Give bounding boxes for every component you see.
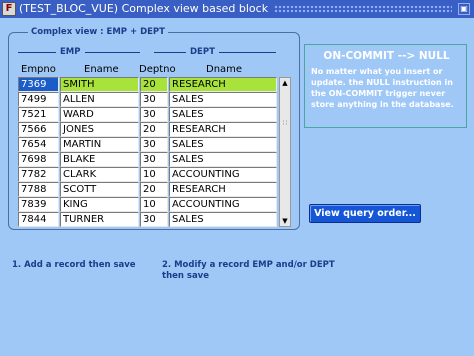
title-bar[interactable]: F (TEST_BLOC_VUE) Complex view based blo… bbox=[0, 0, 474, 18]
scroll-thumb[interactable]: ∷ bbox=[281, 118, 289, 148]
ename-field[interactable]: JONES bbox=[60, 122, 139, 137]
empno-field[interactable]: 7782 bbox=[18, 167, 59, 182]
group-emp-line-left bbox=[18, 51, 56, 53]
group-dept-line-right bbox=[218, 51, 276, 53]
empno-field[interactable]: 7839 bbox=[18, 197, 59, 212]
empno-field[interactable]: 7844 bbox=[18, 212, 59, 227]
empno-field[interactable]: 7566 bbox=[18, 122, 59, 137]
empno-field[interactable]: 7521 bbox=[18, 107, 59, 122]
group-emp-line-right bbox=[84, 51, 140, 53]
title-bar-grip bbox=[274, 5, 452, 13]
empno-field[interactable]: 7499 bbox=[18, 92, 59, 107]
empno-field[interactable]: 7698 bbox=[18, 152, 59, 167]
column-header-dname: Dname bbox=[206, 64, 243, 75]
info-body: No matter what you insert or update. the… bbox=[311, 67, 454, 109]
info-title: ON-COMMIT --> NULL bbox=[323, 50, 450, 62]
deptno-field[interactable]: 10 bbox=[140, 197, 168, 212]
deptno-field[interactable]: 10 bbox=[140, 167, 168, 182]
column-header-ename: Ename bbox=[84, 64, 119, 75]
group-emp-label: EMP bbox=[60, 47, 81, 57]
frame-title: Complex view : EMP + DEPT bbox=[28, 27, 168, 37]
ename-field[interactable]: SMITH bbox=[60, 77, 139, 92]
column-header-deptno: Deptno bbox=[139, 64, 176, 75]
empno-field[interactable]: 7654 bbox=[18, 137, 59, 152]
scroll-up-icon[interactable]: ▲ bbox=[280, 78, 290, 88]
ename-field[interactable]: KING bbox=[60, 197, 139, 212]
deptno-field[interactable]: 20 bbox=[140, 122, 168, 137]
dname-field[interactable]: SALES bbox=[169, 92, 277, 107]
empno-field[interactable]: 7369 bbox=[18, 77, 59, 92]
ename-field[interactable]: MARTIN bbox=[60, 137, 139, 152]
ename-field[interactable]: ALLEN bbox=[60, 92, 139, 107]
group-dept-label: DEPT bbox=[190, 47, 215, 57]
ename-field[interactable]: BLAKE bbox=[60, 152, 139, 167]
window-title: (TEST_BLOC_VUE) Complex view based block bbox=[19, 2, 269, 15]
maximize-button[interactable]: ▣ bbox=[458, 3, 470, 15]
group-dept: DEPT bbox=[154, 47, 276, 57]
column-header-empno: Empno bbox=[21, 64, 56, 75]
group-emp: EMP bbox=[18, 47, 140, 57]
empno-field[interactable]: 7788 bbox=[18, 182, 59, 197]
dname-field[interactable]: ACCOUNTING bbox=[169, 197, 277, 212]
info-box: ON-COMMIT --> NULL No matter what you in… bbox=[304, 44, 467, 128]
dname-field[interactable]: SALES bbox=[169, 212, 277, 227]
deptno-field[interactable]: 30 bbox=[140, 152, 168, 167]
dname-field[interactable]: RESEARCH bbox=[169, 77, 277, 92]
instruction-step-2-line-2: then save bbox=[162, 271, 209, 281]
dname-field[interactable]: ACCOUNTING bbox=[169, 167, 277, 182]
records-scrollbar[interactable]: ▲ ∷ ▼ bbox=[279, 77, 291, 227]
dname-field[interactable]: SALES bbox=[169, 107, 277, 122]
dname-field[interactable]: SALES bbox=[169, 137, 277, 152]
deptno-field[interactable]: 20 bbox=[140, 182, 168, 197]
view-query-order-button[interactable]: View query order... bbox=[309, 204, 421, 223]
dname-field[interactable]: SALES bbox=[169, 152, 277, 167]
ename-field[interactable]: CLARK bbox=[60, 167, 139, 182]
ename-field[interactable]: TURNER bbox=[60, 212, 139, 227]
deptno-field[interactable]: 30 bbox=[140, 107, 168, 122]
deptno-field[interactable]: 30 bbox=[140, 137, 168, 152]
dname-field[interactable]: RESEARCH bbox=[169, 182, 277, 197]
ename-field[interactable]: WARD bbox=[60, 107, 139, 122]
deptno-field[interactable]: 30 bbox=[140, 212, 168, 227]
instruction-step-2-line-1: 2. Modify a record EMP and/or DEPT bbox=[162, 260, 335, 270]
instruction-step-1: 1. Add a record then save bbox=[12, 260, 136, 270]
deptno-field[interactable]: 30 bbox=[140, 92, 168, 107]
ename-field[interactable]: SCOTT bbox=[60, 182, 139, 197]
dname-field[interactable]: RESEARCH bbox=[169, 122, 277, 137]
deptno-field[interactable]: 20 bbox=[140, 77, 168, 92]
scroll-down-icon[interactable]: ▼ bbox=[280, 216, 290, 226]
app-icon: F bbox=[2, 2, 16, 16]
group-dept-line-left bbox=[154, 51, 186, 53]
